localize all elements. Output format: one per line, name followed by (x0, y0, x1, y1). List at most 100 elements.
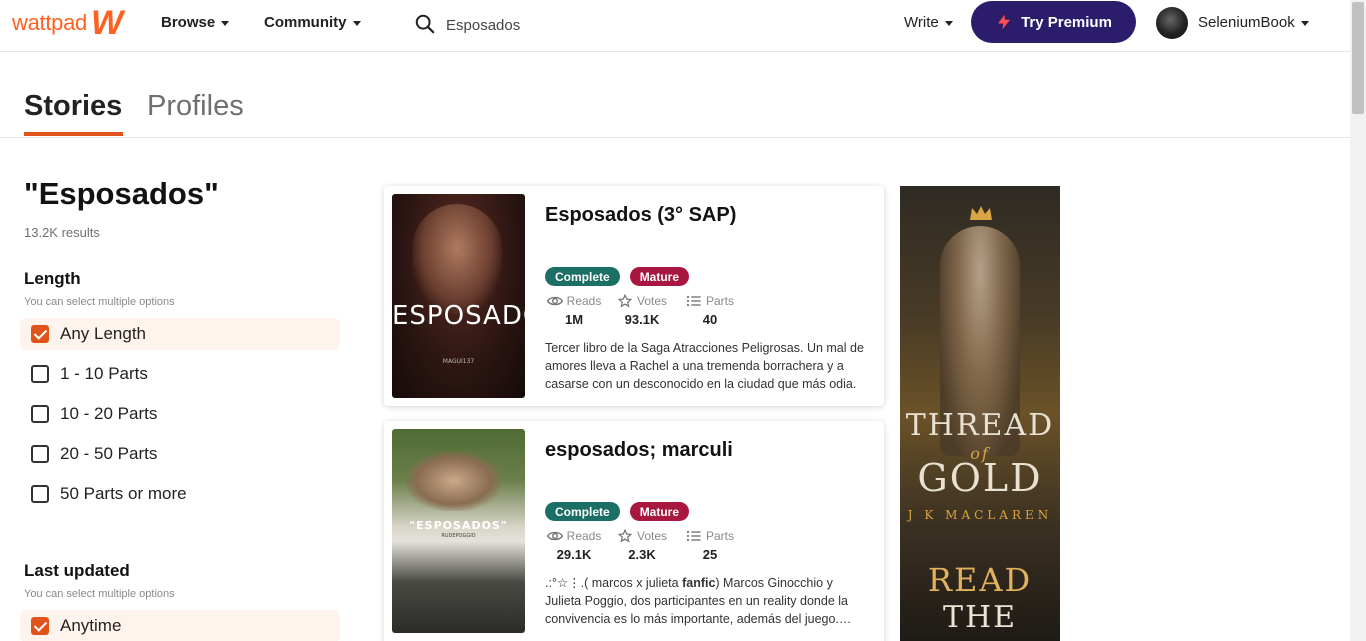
browse-label: Browse (161, 14, 216, 31)
story-description: Tercer libro de la Saga Atracciones Peli… (545, 341, 864, 391)
complete-badge: Complete (545, 267, 620, 286)
story-title[interactable]: Esposados (3° SAP) (545, 204, 736, 227)
story-description: .:°☆⋮.( marcos x julieta fanfic) Marcos … (545, 574, 871, 628)
ad-cta-line2: THE (942, 600, 1018, 635)
checkbox-icon[interactable] (31, 445, 49, 463)
updated-option-anytime[interactable]: Anytime (20, 610, 340, 641)
story-cover-image[interactable]: ESPOSADOS MAGUI137 (392, 194, 525, 398)
parts-stat: Parts 40 (681, 294, 739, 327)
story-card[interactable]: ESPOSADOS MAGUI137 Esposados (3° SAP) Co… (384, 186, 884, 406)
reads-label: Reads (566, 529, 602, 543)
length-option-10-20[interactable]: 10 - 20 Parts (20, 398, 340, 430)
browse-menu[interactable]: Browse (161, 14, 230, 31)
cover-title-text: ESPOSADOS (392, 301, 525, 331)
logo-wordmark: wattpad (12, 10, 87, 35)
checkbox-icon[interactable] (31, 485, 49, 503)
reads-value: 29.1K (556, 547, 592, 562)
option-label: 20 - 50 Parts (60, 444, 158, 463)
reads-value: 1M (564, 312, 584, 327)
parts-value: 40 (702, 312, 718, 327)
eye-icon (546, 531, 563, 541)
option-label: Anytime (60, 616, 122, 635)
cover-title-text: "ESPOSADOS" (409, 519, 508, 532)
logo-w-mark: W (90, 4, 124, 42)
option-label: 50 Parts or more (60, 484, 187, 503)
votes-value: 2.3K (628, 547, 656, 562)
length-filter-hint: You can select multiple options (24, 296, 175, 308)
page-scrollbar[interactable] (1350, 0, 1366, 641)
search-input[interactable] (446, 12, 746, 38)
tab-profiles[interactable]: Profiles (147, 90, 244, 123)
ad-author: J K MACLAREN (907, 508, 1053, 522)
checkbox-checked-icon[interactable] (31, 617, 49, 635)
reads-stat: Reads 1M (545, 294, 603, 327)
votes-value: 93.1K (624, 312, 660, 327)
ad-cta-line1: READ (927, 561, 1033, 599)
option-label: 1 - 10 Parts (60, 364, 148, 383)
active-tab-indicator (24, 132, 123, 136)
result-count: 13.2K results (24, 225, 100, 240)
complete-badge: Complete (545, 502, 620, 521)
list-icon (686, 295, 701, 307)
updated-filter-title: Last updated (24, 561, 130, 580)
story-title[interactable]: esposados; marculi (545, 439, 733, 462)
checkbox-checked-icon[interactable] (31, 325, 49, 343)
cover-author-text: MAGUI137 (442, 358, 475, 365)
parts-label: Parts (705, 294, 734, 308)
votes-stat: Votes 2.3K (613, 529, 671, 562)
search-tabs: Stories Profiles (0, 52, 1350, 138)
cover-figure (406, 451, 501, 511)
checkbox-icon[interactable] (31, 405, 49, 423)
community-menu[interactable]: Community (264, 14, 361, 31)
ad-title-line2: GOLD (917, 456, 1043, 500)
length-filter-title: Length (24, 269, 81, 288)
description-prefix: .:°☆⋮.( marcos x julieta (545, 576, 683, 590)
lightning-bolt-icon (998, 14, 1011, 30)
ad-title-line1: THREAD (905, 408, 1055, 443)
length-option-20-50[interactable]: 20 - 50 Parts (20, 438, 340, 470)
user-avatar[interactable] (1156, 7, 1188, 39)
option-label: Any Length (60, 324, 147, 343)
mature-badge: Mature (629, 267, 690, 286)
community-label: Community (264, 14, 347, 31)
star-icon (617, 529, 633, 543)
checkbox-icon[interactable] (31, 365, 49, 383)
length-option-1-10[interactable]: 1 - 10 Parts (20, 358, 340, 390)
username: SeleniumBook (1198, 14, 1295, 31)
cover-figures (412, 204, 502, 314)
parts-stat: Parts 25 (681, 529, 739, 562)
story-card[interactable]: "ESPOSADOS" RUDEPOGGIO esposados; marcul… (384, 421, 884, 641)
try-premium-button[interactable]: Try Premium (971, 1, 1136, 43)
parts-label: Parts (705, 529, 734, 543)
story-badges: Complete Mature (545, 267, 690, 286)
length-option-50-plus[interactable]: 50 Parts or more (20, 478, 340, 510)
premium-label: Try Premium (1021, 13, 1112, 31)
tab-stories[interactable]: Stories (24, 90, 122, 123)
write-menu[interactable]: Write (904, 14, 953, 31)
votes-label: Votes (636, 529, 668, 543)
story-stats: Reads 1M Votes 93.1K Parts 40 (545, 294, 749, 327)
caret-down-icon (221, 21, 230, 26)
user-menu[interactable]: SeleniumBook (1198, 14, 1309, 31)
story-stats: Reads 29.1K Votes 2.3K Parts 25 (545, 529, 749, 562)
top-navbar: wattpad W Browse Community Write Try Pre… (0, 0, 1350, 52)
wattpad-logo[interactable]: wattpad W (12, 4, 124, 42)
star-icon (617, 294, 633, 308)
reads-label: Reads (566, 294, 602, 308)
votes-stat: Votes 93.1K (613, 294, 671, 327)
search-query-title: "Esposados" (24, 176, 219, 211)
crown-icon (970, 206, 992, 220)
length-option-any[interactable]: Any Length (20, 318, 340, 350)
caret-down-icon (944, 21, 953, 26)
updated-filter-hint: You can select multiple options (24, 588, 175, 600)
eye-icon (546, 296, 563, 306)
search-icon[interactable] (414, 13, 436, 35)
scrollbar-thumb[interactable] (1352, 2, 1364, 114)
story-cover-image[interactable]: "ESPOSADOS" RUDEPOGGIO (392, 429, 525, 633)
caret-down-icon (352, 21, 361, 26)
advertisement-banner[interactable]: THREAD of GOLD J K MACLAREN READ THE (900, 186, 1060, 641)
mature-badge: Mature (629, 502, 690, 521)
parts-value: 25 (702, 547, 718, 562)
story-badges: Complete Mature (545, 502, 690, 521)
votes-label: Votes (636, 294, 668, 308)
